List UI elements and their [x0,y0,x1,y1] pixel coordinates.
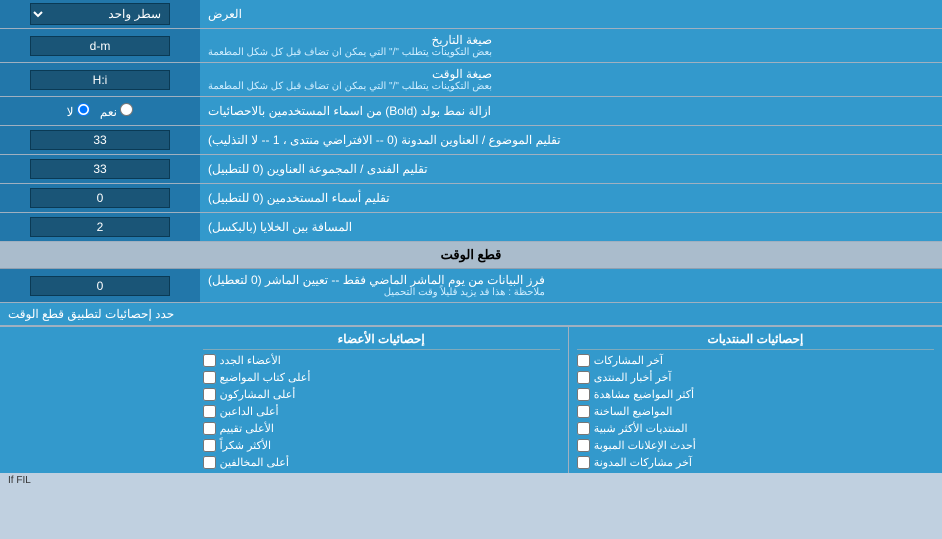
cb-most-similar[interactable] [577,422,590,435]
bold-remove-radio-cell: نعم لا [0,97,200,125]
checkbox-col-members: إحصائيات الأعضاء الأعضاء الجدد أعلى كتاب… [195,327,569,473]
cell-spacing-input[interactable] [30,217,170,237]
user-names-row: تقليم أسماء المستخدمين (0 للتطبيل) [0,184,942,213]
cb-hot-topics[interactable] [577,405,590,418]
cb-m-item-4: أعلى الداعبن [203,403,560,420]
cb-item-7: آخر مشاركات المدونة [577,454,934,471]
user-names-input-cell [0,184,200,212]
bold-remove-row: ازالة نمط بولد (Bold) من اسماء المستخدمي… [0,97,942,126]
limit-label-row: حدد إحصائيات لتطبيق قطع الوقت [0,303,942,326]
cb-item-1: آخر المشاركات [577,352,934,369]
cb-m-item-7: أعلى المخالفين [203,454,560,471]
cell-spacing-row: المسافة بين الخلايا (بالبكسل) [0,213,942,242]
user-names-input[interactable] [30,188,170,208]
user-names-label: تقليم أسماء المستخدمين (0 للتطبيل) [200,184,942,212]
date-format-input[interactable] [30,36,170,56]
cb-top-writers[interactable] [203,371,216,384]
cb-blog-posts[interactable] [577,456,590,469]
cb-item-5: المنتديات الأكثر شبية [577,420,934,437]
cb-m-item-6: الأكثر شكراً [203,437,560,454]
date-format-row: صيغة التاريخ بعض التكوينات يتطلب "/" الت… [0,29,942,63]
forum-titles-row: تقليم الفندى / المجموعة العناوين (0 للتط… [0,155,942,184]
checkbox-col-members-header: إحصائيات الأعضاء [203,329,560,350]
cutoff-section-header: قطع الوقت [0,242,942,269]
cb-most-thanked[interactable] [203,439,216,452]
cb-item-4: المواضيع الساخنة [577,403,934,420]
radio-yes[interactable] [120,103,133,116]
cb-latest-ads[interactable] [577,439,590,452]
cb-item-6: أحدث الإعلانات المبوبة [577,437,934,454]
date-format-input-cell [0,29,200,62]
cell-spacing-label: المسافة بين الخلايا (بالبكسل) [200,213,942,241]
cb-item-2: آخر أخبار المنتدى [577,369,934,386]
bottom-note: If FIL [0,473,942,488]
forum-titles-label: تقليم الفندى / المجموعة العناوين (0 للتط… [200,155,942,183]
display-select-cell: سطر واحد سطرين ثلاثة أسطر [0,0,200,28]
cell-spacing-input-cell [0,213,200,241]
checkbox-col-forums: إحصائيات المنتديات آخر المشاركات آخر أخب… [569,327,942,473]
display-label: العرض [200,0,942,28]
cutoff-input[interactable] [30,276,170,296]
date-format-label: صيغة التاريخ بعض التكوينات يتطلب "/" الت… [200,29,942,62]
cb-top-violators[interactable] [203,456,216,469]
topic-titles-row: تقليم الموضوع / العناوين المدونة (0 -- ا… [0,126,942,155]
topic-titles-input-cell [0,126,200,154]
display-select[interactable]: سطر واحد سطرين ثلاثة أسطر [30,3,170,25]
radio-yes-label[interactable]: نعم [100,103,133,119]
cutoff-row: فرز البيانات من يوم الماشر الماضي فقط --… [0,269,942,303]
radio-no[interactable] [77,103,90,116]
time-format-input[interactable] [30,70,170,90]
forum-titles-input-cell [0,155,200,183]
checkbox-col-forums-header: إحصائيات المنتديات [577,329,934,350]
cb-top-participants[interactable] [203,388,216,401]
cutoff-label: فرز البيانات من يوم الماشر الماضي فقط --… [200,269,942,302]
cb-m-item-3: أعلى المشاركون [203,386,560,403]
cb-m-item-2: أعلى كتاب المواضيع [203,369,560,386]
topic-titles-label: تقليم الموضوع / العناوين المدونة (0 -- ا… [200,126,942,154]
cb-m-item-1: الأعضاء الجدد [203,352,560,369]
time-format-input-cell [0,63,200,96]
cb-top-rated[interactable] [203,422,216,435]
time-format-row: صيغة الوقت بعض التكوينات يتطلب "/" التي … [0,63,942,97]
checkbox-col-right [0,327,195,473]
radio-no-label[interactable]: لا [67,103,90,119]
cb-forum-news[interactable] [577,371,590,384]
bold-remove-label: ازالة نمط بولد (Bold) من اسماء المستخدمي… [200,97,942,125]
time-format-label: صيغة الوقت بعض التكوينات يتطلب "/" التي … [200,63,942,96]
limit-label: حدد إحصائيات لتطبيق قطع الوقت [0,303,942,326]
checkbox-section: إحصائيات المنتديات آخر المشاركات آخر أخب… [0,326,942,473]
cb-m-item-5: الأعلى تقييم [203,420,560,437]
cb-top-callers[interactable] [203,405,216,418]
cb-new-members[interactable] [203,354,216,367]
cutoff-input-cell [0,269,200,302]
cb-item-3: أكثر المواضيع مشاهدة [577,386,934,403]
cb-last-posts[interactable] [577,354,590,367]
main-container: العرض سطر واحد سطرين ثلاثة أسطر صيغة الت… [0,0,942,488]
forum-titles-input[interactable] [30,159,170,179]
bold-radio-group: نعم لا [67,103,134,119]
cb-most-viewed[interactable] [577,388,590,401]
topic-titles-input[interactable] [30,130,170,150]
display-row: العرض سطر واحد سطرين ثلاثة أسطر [0,0,942,29]
